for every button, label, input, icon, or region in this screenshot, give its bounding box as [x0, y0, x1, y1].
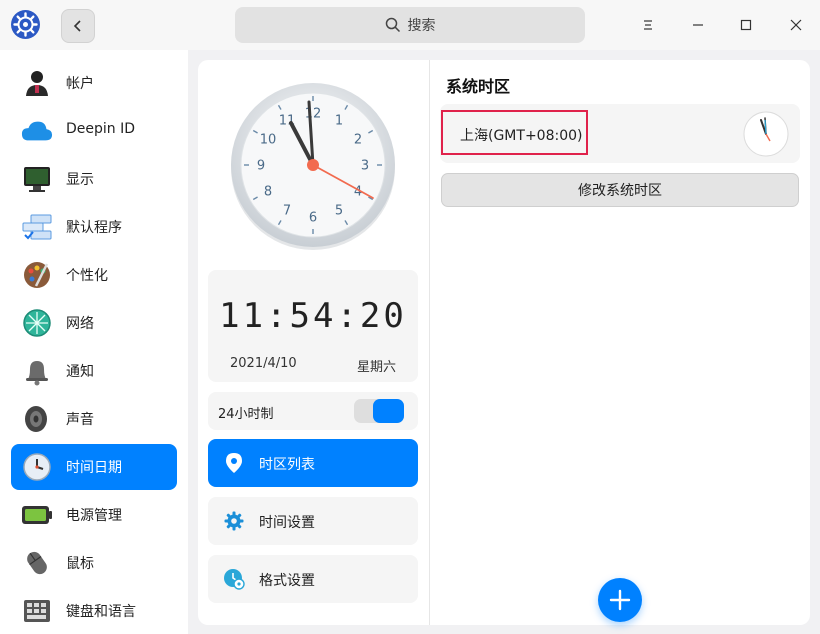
title-bar: 搜索: [0, 0, 820, 50]
battery-icon: [21, 499, 53, 531]
timezone-name: 上海(GMT+08:00): [460, 128, 583, 144]
sidebar-item-label: 帐户: [66, 76, 94, 92]
analog-clock: 12 1234567891011: [231, 83, 395, 250]
default-apps-icon: [21, 211, 53, 243]
sidebar-item-label: 电源管理: [66, 508, 122, 524]
menu-item-label: 时区列表: [259, 457, 315, 473]
add-timezone-button[interactable]: [598, 578, 642, 622]
sidebar-item-default-apps[interactable]: 默认程序: [11, 204, 177, 250]
plus-icon: [609, 589, 631, 611]
cloud-icon: [21, 115, 53, 147]
minimize-button[interactable]: [686, 13, 710, 37]
clock-number: 12: [305, 107, 322, 122]
digital-time: 11:54:20: [219, 296, 407, 336]
user-icon: [21, 67, 53, 99]
clock-number: 5: [335, 204, 343, 219]
clock-number: 6: [309, 211, 317, 226]
search-placeholder: 搜索: [407, 18, 436, 34]
weekday-text: 星期六: [356, 360, 396, 375]
24h-format-label: 24小时制: [218, 407, 274, 422]
clock-center: [307, 159, 319, 171]
chevron-left-icon: [73, 20, 81, 32]
sidebar-item-power[interactable]: 电源管理: [11, 492, 177, 538]
maximize-icon: [740, 19, 752, 31]
sidebar-item-label: 默认程序: [66, 220, 122, 236]
sidebar-item-label: 声音: [66, 412, 94, 428]
back-button[interactable]: [61, 9, 95, 43]
clock-number: 7: [283, 204, 291, 219]
clock-icon: [21, 451, 53, 483]
sidebar-item-display[interactable]: 显示: [11, 156, 177, 202]
menu-item-timezone-list[interactable]: 时区列表: [208, 439, 418, 487]
clock-number: 9: [257, 159, 265, 174]
close-icon: [790, 19, 802, 31]
menu-item-label: 时间设置: [259, 515, 315, 531]
keyboard-icon: [21, 595, 53, 627]
sidebar-item-deepin-id[interactable]: Deepin ID: [11, 108, 177, 154]
monitor-icon: [21, 163, 53, 195]
sidebar-item-notification[interactable]: 通知: [11, 348, 177, 394]
sidebar-item-datetime[interactable]: 时间日期: [11, 444, 177, 490]
menu-item-format-settings[interactable]: 格式设置: [208, 555, 418, 603]
sidebar-item-label: 个性化: [66, 268, 108, 284]
digital-clock-card: 11:54:20 2021/4/10 星期六: [208, 270, 418, 382]
clock-number: 2: [354, 133, 362, 148]
sidebar-item-label: 时间日期: [66, 460, 122, 476]
toggle-knob: [373, 399, 404, 423]
menu-button[interactable]: [636, 13, 660, 37]
sidebar-item-accounts[interactable]: 帐户: [11, 60, 177, 106]
sidebar: 帐户 Deepin ID 显示 默认程序 个性化 网络 通知 声音 时间日期 电…: [0, 50, 188, 634]
sidebar-item-mouse[interactable]: 鼠标: [11, 540, 177, 586]
24h-format-toggle[interactable]: [354, 399, 404, 423]
bell-icon: [21, 355, 53, 387]
sidebar-item-label: 通知: [66, 364, 94, 380]
clock-number: 8: [264, 185, 272, 200]
minimize-icon: [693, 24, 703, 26]
sidebar-item-personalization[interactable]: 个性化: [11, 252, 177, 298]
search-input[interactable]: 搜索: [235, 7, 585, 43]
close-button[interactable]: [784, 13, 808, 37]
sidebar-item-label: 键盘和语言: [66, 604, 136, 620]
mouse-icon: [21, 547, 53, 579]
24h-format-row: 24小时制: [208, 392, 418, 430]
sidebar-item-keyboard[interactable]: 键盘和语言: [11, 588, 177, 634]
clock-format-icon: [223, 568, 245, 590]
menu-icon: [644, 20, 652, 30]
clock-number: 3: [361, 159, 369, 174]
sidebar-item-label: Deepin ID: [66, 121, 136, 137]
network-icon: [21, 307, 53, 339]
app-logo-icon: [11, 10, 40, 39]
sidebar-item-label: 网络: [66, 316, 94, 332]
sidebar-item-network[interactable]: 网络: [11, 300, 177, 346]
timezone-mini-clock: [743, 111, 789, 157]
search-icon: [385, 17, 400, 33]
palette-icon: [21, 259, 53, 291]
speaker-icon: [21, 403, 53, 435]
gear-icon: [223, 510, 245, 532]
clock-number: 10: [260, 133, 277, 148]
system-timezone-title: 系统时区: [446, 77, 511, 96]
sidebar-item-sound[interactable]: 声音: [11, 396, 177, 442]
change-timezone-button[interactable]: 修改系统时区: [441, 173, 799, 207]
sidebar-item-label: 鼠标: [66, 556, 94, 572]
location-pin-icon: [223, 452, 245, 474]
date-text: 2021/4/10: [230, 356, 297, 371]
sidebar-item-label: 显示: [66, 172, 94, 188]
menu-item-time-settings[interactable]: 时间设置: [208, 497, 418, 545]
menu-item-label: 格式设置: [259, 573, 315, 589]
clock-number: 1: [335, 113, 343, 128]
maximize-button[interactable]: [734, 13, 758, 37]
